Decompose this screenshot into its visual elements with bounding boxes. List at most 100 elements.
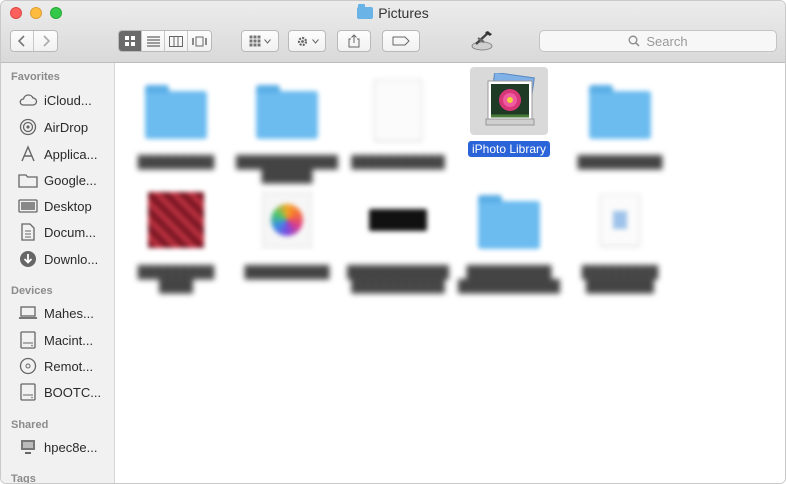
share-control xyxy=(337,30,371,52)
file-label-obscured: ██████████ xyxy=(244,265,330,279)
sidebar-item-google[interactable]: Google... xyxy=(18,169,110,191)
sidebar-header-devices: Devices xyxy=(11,285,53,297)
hard-drive-icon xyxy=(18,331,38,349)
sidebar-item-laptop[interactable]: Mahes... xyxy=(18,302,110,324)
list-icon xyxy=(146,35,160,47)
file-item-document[interactable]: █████████ ████████ xyxy=(565,181,675,293)
file-label-obscured: ████████████ ██████ xyxy=(235,155,339,183)
folder-icon xyxy=(137,71,215,149)
nav-buttons xyxy=(10,30,58,52)
sidebar-item-remote-disc[interactable]: Remot... xyxy=(18,355,110,377)
sidebar-item-label: Downlo... xyxy=(44,251,99,267)
finder-window: Pictures Search Favorites iCloud... AirD… xyxy=(0,0,786,484)
sidebar-item-bootcamp[interactable]: BOOTC... xyxy=(18,381,110,403)
laptop-icon xyxy=(18,304,38,322)
file-item-folder[interactable]: ██████████ xyxy=(565,71,675,169)
file-item-folder[interactable]: ██████████ ████████████ xyxy=(454,181,564,293)
sidebar-item-icloud[interactable]: iCloud... xyxy=(18,89,110,111)
document-icon xyxy=(359,71,437,149)
selected-file-label: iPhoto Library xyxy=(467,141,551,157)
sidebar-item-label: Docum... xyxy=(44,224,97,240)
chevron-left-icon xyxy=(18,35,25,47)
arrange-control xyxy=(241,30,279,52)
folder-icon xyxy=(470,181,548,259)
gallery-view-button[interactable] xyxy=(188,31,211,51)
list-view-button[interactable] xyxy=(142,31,165,51)
sidebar-item-network-computer[interactable]: hpec8e... xyxy=(18,436,110,458)
photos-app-icon xyxy=(248,181,326,259)
desktop-icon xyxy=(18,197,38,215)
sidebar-item-label: AirDrop xyxy=(44,119,89,135)
file-item-folder[interactable]: ████████████ ██████ xyxy=(232,71,342,183)
file-item-video[interactable]: ████████████ ███████████ xyxy=(343,181,453,293)
downloads-icon xyxy=(18,250,38,268)
gear-icon xyxy=(297,36,307,46)
sidebar-item-airdrop[interactable]: AirDrop xyxy=(18,116,110,138)
file-label-obscured: █████████ xyxy=(137,155,215,169)
file-item-photo[interactable]: █████████ ████ xyxy=(121,181,231,293)
network-computer-icon xyxy=(18,438,38,456)
sidebar-item-applications[interactable]: Applica... xyxy=(18,143,110,165)
photo-thumbnail-icon xyxy=(137,181,215,259)
chevron-right-icon xyxy=(42,35,50,47)
folder-icon xyxy=(357,4,374,19)
file-browser: █████████ ████████████ ██████ ███████████ xyxy=(116,63,785,483)
sidebar-item-desktop[interactable]: Desktop xyxy=(18,195,110,217)
sidebar-item-label: Macint... xyxy=(44,332,94,348)
edit-tags-button[interactable] xyxy=(382,30,420,52)
sidebar: Favorites iCloud... AirDrop Applica... G… xyxy=(1,63,115,484)
search-field[interactable]: Search xyxy=(539,30,777,52)
arrange-button[interactable] xyxy=(241,30,279,52)
sidebar-header-shared: Shared xyxy=(11,419,49,431)
toolbar-app-icon[interactable] xyxy=(470,28,496,51)
file-item-document[interactable]: ███████████ xyxy=(343,71,453,169)
tags-control xyxy=(382,30,420,52)
sidebar-item-macintosh-hd[interactable]: Macint... xyxy=(18,329,110,351)
columns-icon xyxy=(169,35,183,47)
file-label-obscured: █████████ ████████ xyxy=(581,265,659,293)
file-label-obscured: █████████ ████ xyxy=(137,265,215,293)
sidebar-item-label: Desktop xyxy=(44,198,92,214)
sidebar-item-label: Mahes... xyxy=(44,305,94,321)
iphoto-library-icon xyxy=(470,67,548,135)
icon-view-button[interactable] xyxy=(119,31,142,51)
view-mode-control xyxy=(118,30,212,52)
hard-drive-icon xyxy=(18,383,38,401)
folder-icon xyxy=(18,171,38,189)
airdrop-icon xyxy=(18,118,38,136)
back-button[interactable] xyxy=(11,31,34,51)
share-icon xyxy=(348,34,360,48)
sidebar-item-label: Remot... xyxy=(44,358,94,374)
sidebar-header-tags: Tags xyxy=(11,473,36,484)
share-button[interactable] xyxy=(337,30,371,52)
cloud-icon xyxy=(18,91,38,109)
chevron-down-icon xyxy=(264,38,271,44)
sidebar-item-downloads[interactable]: Downlo... xyxy=(18,248,110,270)
folder-icon xyxy=(581,71,659,149)
column-view-button[interactable] xyxy=(165,31,188,51)
video-thumbnail-icon xyxy=(359,181,437,259)
window-title-text: Pictures xyxy=(378,5,429,21)
file-item-folder[interactable]: █████████ xyxy=(121,71,231,169)
file-label-obscured: ██████████ ████████████ xyxy=(457,265,561,293)
sidebar-item-documents[interactable]: Docum... xyxy=(18,221,110,243)
remote-disc-icon xyxy=(18,357,38,375)
forward-button[interactable] xyxy=(34,31,57,51)
file-item-photos-library[interactable]: ██████████ xyxy=(232,181,342,279)
sidebar-item-label: hpec8e... xyxy=(44,439,98,455)
document-icon xyxy=(581,181,659,259)
sidebar-item-label: iCloud... xyxy=(44,92,92,108)
documents-icon xyxy=(18,223,38,241)
action-button[interactable] xyxy=(288,30,326,52)
file-label-obscured: ████████████ ███████████ xyxy=(346,265,450,293)
gallery-icon xyxy=(192,36,207,46)
tag-icon xyxy=(392,36,410,46)
grid-icon xyxy=(125,36,135,46)
file-item-iphoto-library[interactable]: iPhoto Library xyxy=(454,67,564,157)
migration-tool-icon xyxy=(471,31,493,51)
sidebar-item-label: BOOTC... xyxy=(44,384,102,400)
sidebar-item-label: Applica... xyxy=(44,146,98,162)
folder-icon xyxy=(248,71,326,149)
sidebar-header-favorites: Favorites xyxy=(11,71,60,83)
search-placeholder: Search xyxy=(646,33,688,49)
